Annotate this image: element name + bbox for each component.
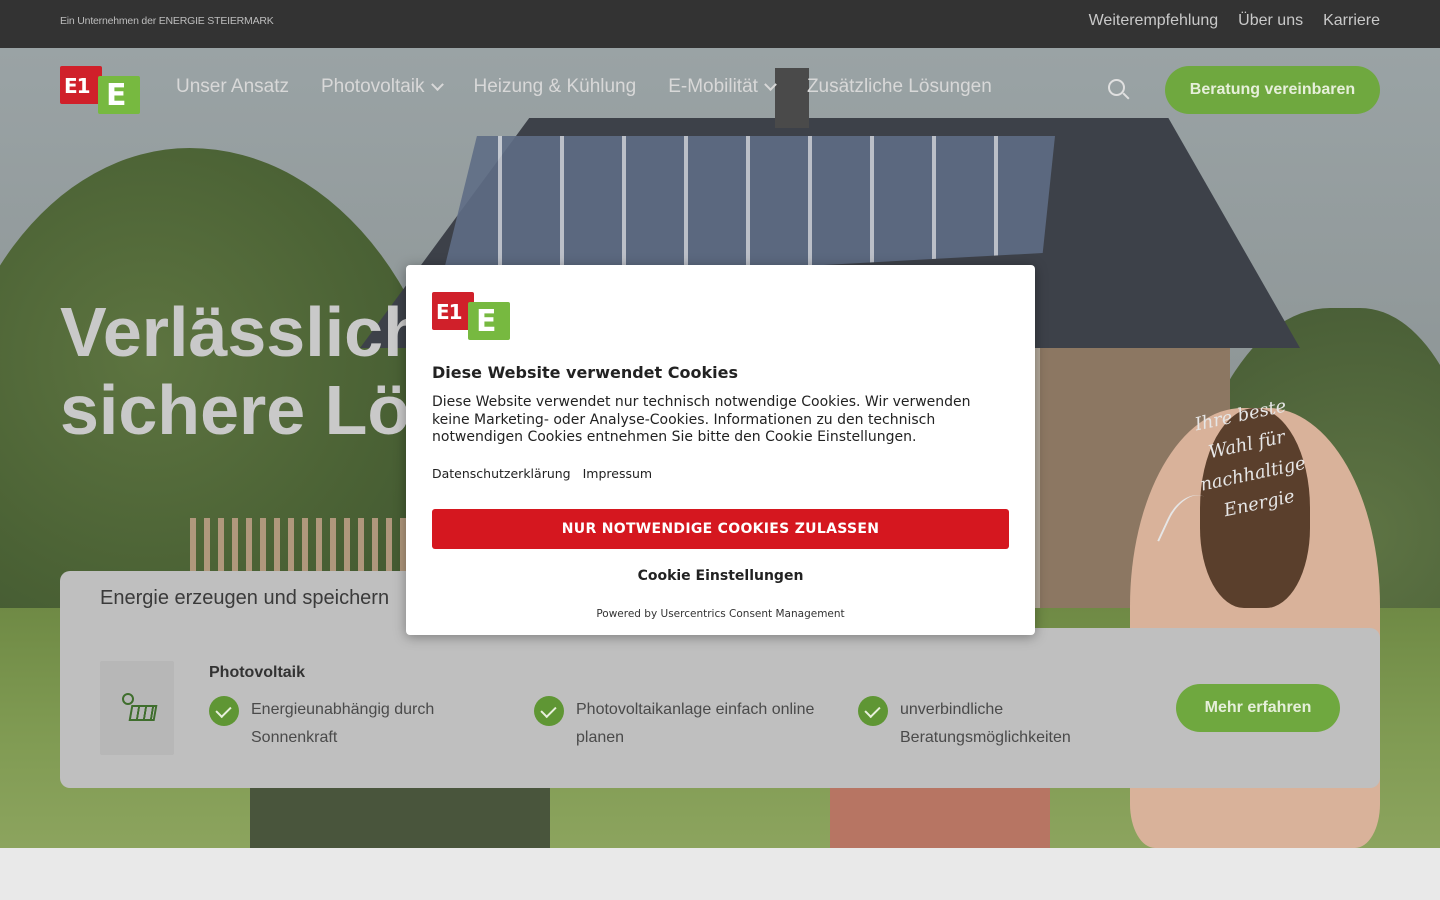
cookie-dialog-body: Diese Website verwendet nur technisch no… (432, 394, 971, 445)
check-icon (209, 696, 239, 726)
panel-shape (128, 705, 158, 721)
sun-shape (122, 693, 134, 705)
main-navigation: Unser Ansatz Photovoltaik Heizung & Kühl… (176, 76, 992, 98)
feature-item: unverbindliche Beratungsmöglichkeiten (858, 696, 1158, 752)
page-bottom-strip (0, 848, 1440, 900)
e1-logo[interactable]: E1 E (60, 66, 140, 114)
cookie-dialog-links: Datenschutzerklärung Impressum (432, 466, 652, 481)
nav-heizung-kuehlung[interactable]: Heizung & Kühlung (474, 76, 637, 98)
logo-green-tile: E (98, 76, 140, 114)
logo-green-tile: E (468, 302, 510, 340)
powered-by-text: Powered by Usercentrics Consent Manageme… (596, 608, 845, 620)
card-tab-label: Energie erzeugen und speichern (100, 587, 390, 609)
logo-red-text: E1 (64, 74, 91, 98)
product-card: Photovoltaik Energieunabhängig durch Son… (60, 628, 1380, 788)
card-title: Photovoltaik (209, 664, 306, 681)
link-ueber-uns[interactable]: Über uns (1238, 12, 1303, 30)
accept-necessary-cookies-button[interactable]: NUR NOTWENDIGE COOKIES ZULASSEN (432, 509, 1009, 549)
feature-item: Photovoltaikanlage einfach online planen (534, 696, 834, 752)
nav-e-mobilitaet[interactable]: E-Mobilität (668, 76, 777, 98)
nav-label: Unser Ansatz (176, 76, 289, 97)
chevron-down-icon (764, 77, 777, 91)
feature-text: unverbindliche Beratungsmöglichkeiten (900, 701, 1071, 746)
privacy-policy-link[interactable]: Datenschutzerklärung (432, 466, 571, 481)
search-icon[interactable] (1108, 79, 1130, 101)
hero-fence (190, 518, 420, 578)
chevron-down-icon (430, 77, 444, 91)
nav-photovoltaik[interactable]: Photovoltaik (321, 76, 444, 98)
link-karriere[interactable]: Karriere (1323, 12, 1380, 30)
feature-text: Photovoltaikanlage einfach online planen (576, 701, 815, 746)
feature-item: Energieunabhängig durch Sonnenkraft (209, 696, 509, 752)
check-icon (534, 696, 564, 726)
cookie-settings-button[interactable]: Cookie Einstellungen (432, 561, 1009, 591)
learn-more-button[interactable]: Mehr erfahren (1176, 684, 1340, 732)
feature-text: Energieunabhängig durch Sonnenkraft (251, 701, 435, 746)
cookie-dialog-title: Diese Website verwendet Cookies (432, 363, 738, 382)
nav-label: Heizung & Kühlung (473, 76, 637, 97)
cookie-consent-dialog: E1 E Diese Website verwendet Cookies Die… (406, 265, 1035, 635)
logo-green-text: E (106, 78, 127, 113)
dialog-logo: E1 E (432, 292, 510, 340)
search-icon-handle (1122, 92, 1130, 100)
logo-red-text: E1 (436, 300, 463, 324)
nav-label: Zusätzliche Lösungen (806, 76, 992, 97)
imprint-link[interactable]: Impressum (583, 466, 652, 481)
nav-zusaetzliche-loesungen[interactable]: Zusätzliche Lösungen (807, 76, 992, 98)
hero-headline-line1: Verlässliche (60, 293, 465, 371)
book-consultation-button[interactable]: Beratung vereinbaren (1165, 66, 1380, 114)
link-weiterempfehlung[interactable]: Weiterempfehlung (1089, 12, 1219, 30)
top-utility-bar: Ein Unternehmen der ENERGIE STEIERMARK W… (0, 0, 1440, 48)
logo-red-tile: E1 (60, 66, 102, 104)
nav-label: Photovoltaik (321, 76, 425, 97)
logo-green-text: E (476, 304, 497, 339)
check-icon (858, 696, 888, 726)
utility-links: Weiterempfehlung Über uns Karriere (1089, 12, 1380, 30)
nav-unser-ansatz[interactable]: Unser Ansatz (176, 76, 289, 98)
nav-label: E-Mobilität (668, 76, 758, 97)
parent-company-text: Ein Unternehmen der ENERGIE STEIERMARK (60, 15, 274, 27)
solar-panel-icon (100, 661, 174, 755)
